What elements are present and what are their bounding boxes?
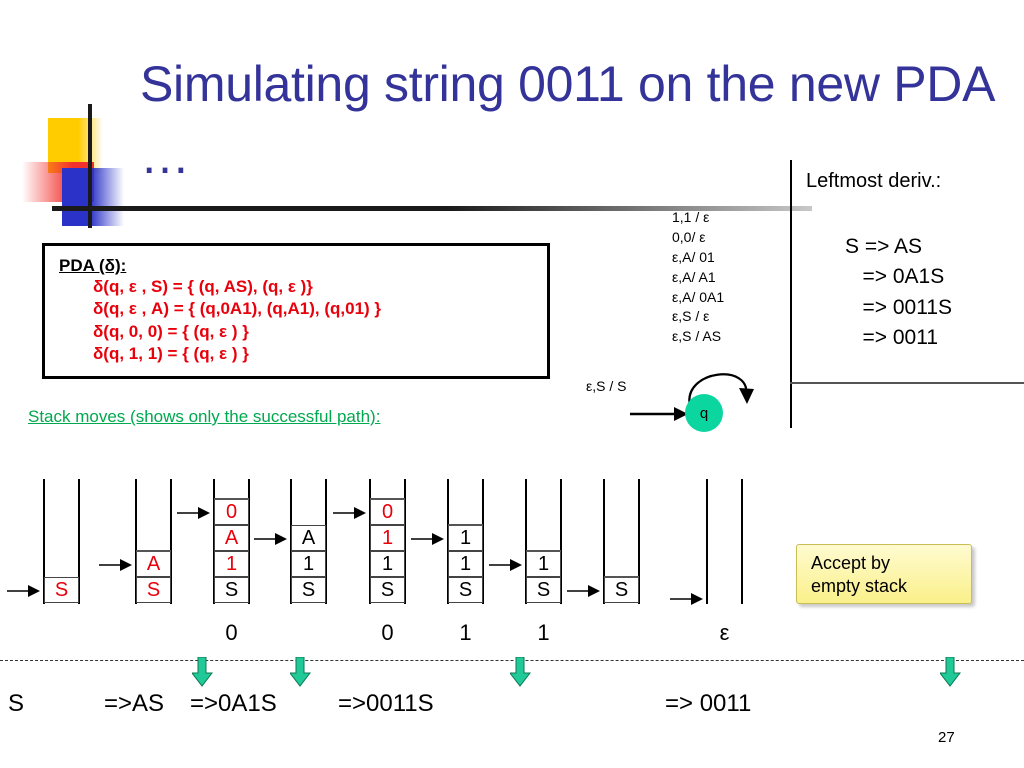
derivation-step: =>0A1S xyxy=(190,690,277,717)
derivation-down-arrow-icon xyxy=(510,657,532,687)
derivation-down-arrow-icon xyxy=(192,657,214,687)
derivation-down-arrow-icon xyxy=(290,657,312,687)
bottom-derivation-row: S =>AS =>0A1S =>0011S => 0011 xyxy=(0,0,1024,768)
slide-number: 27 xyxy=(938,729,955,746)
derivation-down-arrow-icon xyxy=(940,657,962,687)
derivation-step: => 0011 xyxy=(665,690,752,717)
derivation-step: =>0011S xyxy=(338,690,434,717)
derivation-step: =>AS xyxy=(104,690,165,717)
derivation-step: S xyxy=(8,690,25,717)
